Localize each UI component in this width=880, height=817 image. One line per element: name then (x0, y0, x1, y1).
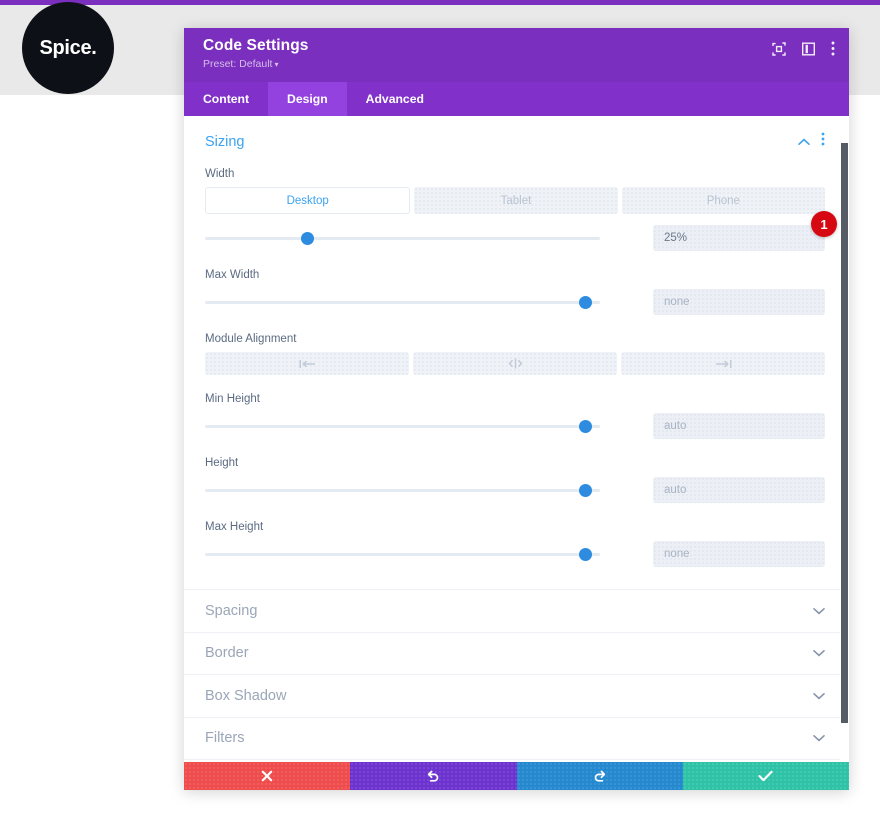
layout-columns-icon[interactable] (802, 42, 815, 56)
section-transform[interactable]: Transform (184, 760, 849, 762)
field-module-alignment: Module Alignment (205, 333, 825, 375)
section-spacing-title: Spacing (205, 603, 257, 619)
section-box-shadow[interactable]: Box Shadow (184, 675, 849, 718)
align-right-icon[interactable] (621, 352, 825, 375)
min-height-slider[interactable] (205, 417, 600, 435)
more-vertical-icon[interactable] (821, 132, 825, 151)
section-filters[interactable]: Filters (184, 718, 849, 761)
modal-body: Sizing (184, 116, 849, 762)
modal-footer (184, 762, 849, 790)
more-vertical-icon[interactable] (831, 41, 835, 56)
section-sizing-controls (798, 132, 825, 151)
height-slider-row: auto (205, 477, 825, 503)
redo-button[interactable] (517, 762, 683, 790)
focus-target-icon[interactable] (772, 42, 786, 56)
field-min-height-label: Min Height (205, 393, 825, 405)
width-slider-row: 25% (205, 225, 825, 251)
field-max-width: Max Width none (205, 269, 825, 315)
max-width-slider-thumb[interactable] (579, 296, 592, 309)
panel-scrollbar-thumb[interactable] (841, 143, 848, 723)
field-width-label: Width (205, 168, 825, 180)
chevron-down-icon[interactable] (813, 729, 825, 747)
undo-icon (426, 769, 440, 783)
modal-tab-bar: Content Design Advanced (184, 82, 849, 116)
field-min-height: Min Height auto (205, 393, 825, 439)
page-root: Spice. Code Settings Preset: Default▾ (0, 0, 880, 817)
min-height-value-input[interactable]: auto (653, 413, 825, 439)
width-slider[interactable] (205, 229, 600, 247)
modal-header-icons (772, 41, 835, 56)
height-slider[interactable] (205, 481, 600, 499)
section-sizing-header[interactable]: Sizing (205, 132, 825, 151)
chevron-up-icon[interactable] (798, 133, 810, 151)
undo-button[interactable] (350, 762, 516, 790)
device-tab-desktop[interactable]: Desktop (205, 187, 410, 214)
code-settings-modal: Code Settings Preset: Default▾ (184, 28, 849, 790)
device-tab-tablet[interactable]: Tablet (414, 187, 617, 214)
module-alignment-group (205, 352, 825, 375)
design-panel: Sizing (184, 116, 849, 762)
annotation-badge-1: 1 (811, 211, 837, 237)
chevron-down-icon[interactable] (813, 644, 825, 662)
modal-preset[interactable]: Preset: Default▾ (203, 58, 833, 70)
max-height-value-input[interactable]: none (653, 541, 825, 567)
check-icon (758, 770, 773, 782)
min-height-slider-thumb[interactable] (579, 420, 592, 433)
max-width-slider[interactable] (205, 293, 600, 311)
min-height-slider-track (205, 425, 600, 428)
field-width: Width Desktop Tablet Phone (205, 168, 825, 251)
field-max-height-label: Max Height (205, 521, 825, 533)
height-slider-track (205, 489, 600, 492)
tab-content[interactable]: Content (184, 82, 268, 116)
field-max-width-label: Max Width (205, 269, 825, 281)
max-height-slider[interactable] (205, 545, 600, 563)
field-height-label: Height (205, 457, 825, 469)
max-width-slider-row: none (205, 289, 825, 315)
save-button[interactable] (683, 762, 849, 790)
site-logo[interactable]: Spice. (22, 2, 114, 94)
section-border[interactable]: Border (184, 633, 849, 676)
tab-advanced[interactable]: Advanced (347, 82, 443, 116)
section-filters-title: Filters (205, 730, 244, 746)
field-max-height: Max Height none (205, 521, 825, 567)
field-height: Height auto (205, 457, 825, 503)
section-border-title: Border (205, 645, 249, 661)
width-slider-track (205, 237, 600, 240)
width-slider-thumb[interactable] (301, 232, 314, 245)
modal-preset-label: Preset: Default (203, 58, 272, 70)
max-width-value-input[interactable]: none (653, 289, 825, 315)
chevron-down-icon[interactable] (813, 687, 825, 705)
site-logo-text: Spice. (39, 37, 96, 60)
chevron-down-icon[interactable] (813, 602, 825, 620)
redo-icon (593, 769, 607, 783)
max-width-slider-track (205, 301, 600, 304)
max-height-slider-track (205, 553, 600, 556)
modal-header: Code Settings Preset: Default▾ (184, 28, 849, 82)
panel-scrollbar[interactable] (840, 116, 849, 762)
cancel-button[interactable] (184, 762, 350, 790)
section-sizing: Sizing (184, 116, 849, 590)
min-height-slider-row: auto (205, 413, 825, 439)
height-slider-thumb[interactable] (579, 484, 592, 497)
align-center-icon[interactable] (413, 352, 617, 375)
max-height-slider-thumb[interactable] (579, 548, 592, 561)
chevron-down-icon: ▾ (274, 60, 278, 69)
width-value-input[interactable]: 25% (653, 225, 825, 251)
align-left-icon[interactable] (205, 352, 409, 375)
section-spacing[interactable]: Spacing (184, 590, 849, 633)
device-tab-phone[interactable]: Phone (622, 187, 825, 214)
tab-design[interactable]: Design (268, 82, 347, 116)
close-icon (261, 770, 273, 782)
width-device-tabs: Desktop Tablet Phone (205, 187, 825, 214)
height-value-input[interactable]: auto (653, 477, 825, 503)
modal-title: Code Settings (203, 37, 833, 55)
section-sizing-title: Sizing (205, 134, 245, 150)
field-module-alignment-label: Module Alignment (205, 333, 825, 345)
section-box-shadow-title: Box Shadow (205, 688, 286, 704)
max-height-slider-row: none (205, 541, 825, 567)
